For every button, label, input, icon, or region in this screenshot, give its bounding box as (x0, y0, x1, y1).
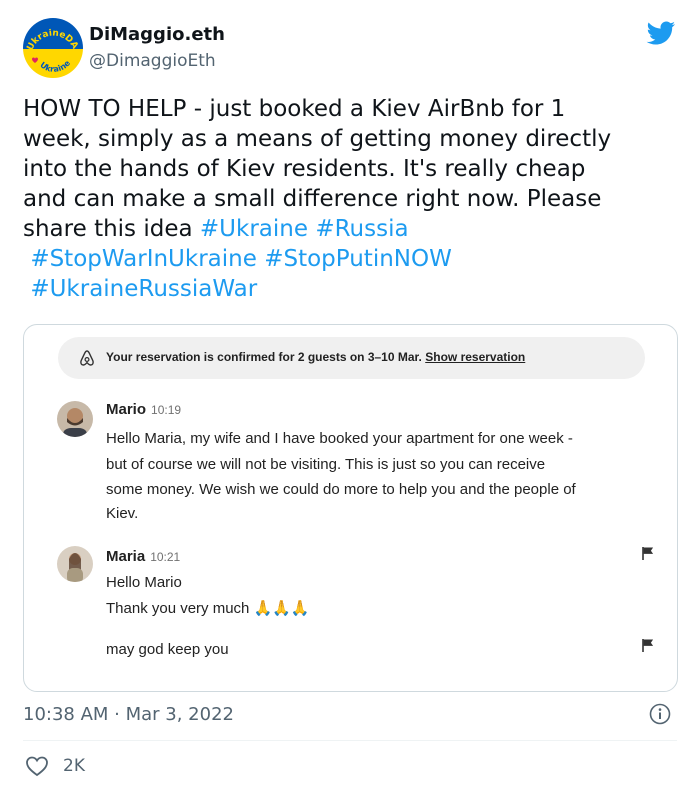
message-line: some money. We wish we could do more to … (106, 481, 576, 498)
avatar[interactable]: UkraineDAO Ukraine (23, 18, 83, 78)
maria-avatar (57, 546, 93, 582)
tweet-line: into the hands of Kiev residents. It's r… (23, 154, 683, 184)
heart-icon[interactable] (25, 755, 49, 777)
tweet-text: HOW TO HELP - just booked a Kiev AirBnb … (23, 94, 683, 304)
tweet-line: #UkraineRussiaWar (23, 274, 683, 304)
hashtag-link[interactable]: #Russia (315, 216, 408, 242)
display-name[interactable]: DiMaggio.eth (89, 24, 225, 45)
tweet-line: #StopWarInUkraine #StopPutinNOW (23, 244, 683, 274)
attached-image[interactable]: Your reservation is confirmed for 2 gues… (23, 324, 678, 692)
sender-name: Mario (106, 401, 147, 418)
message-text: Thank you very much (106, 600, 250, 617)
user-handle[interactable]: @DimaggioEth (89, 51, 216, 71)
mario-avatar (57, 401, 93, 437)
show-reservation-link[interactable]: Show reservation (425, 350, 525, 364)
hashtag-link[interactable]: #Ukraine (200, 216, 308, 242)
message-line: may god keep you (106, 641, 229, 658)
tweet-line: and can make a small difference right no… (23, 184, 683, 214)
sender-name: Maria (106, 548, 146, 565)
tweet-text-segment: week, simply as a means of getting money… (23, 126, 612, 152)
tweet-text-segment: into the hands of Kiev residents. It's r… (23, 156, 586, 182)
message-time: 10:21 (150, 550, 181, 564)
reservation-text: Your reservation is confirmed for 2 gues… (106, 350, 525, 364)
tweet-text-segment: and can make a small difference right no… (23, 186, 602, 212)
message-sender: Maria 10:21 (106, 548, 180, 565)
flag-icon[interactable] (641, 546, 655, 560)
hashtag-link[interactable]: #StopPutinNOW (264, 246, 452, 272)
tweet-timestamp[interactable]: 10:38 AM · Mar 3, 2022 (23, 704, 234, 725)
tweet-text-segment: HOW TO HELP - just booked a Kiev AirBnb … (23, 96, 566, 122)
tweet-line: week, simply as a means of getting money… (23, 124, 683, 154)
message-line: but of course we will not be visiting. T… (106, 456, 546, 473)
tweet-line: share this idea #Ukraine #Russia (23, 214, 683, 244)
message-line: Thank you very much 🙏🙏🙏 (106, 599, 310, 617)
flag-icon[interactable] (641, 638, 655, 652)
tweet-line: HOW TO HELP - just booked a Kiev AirBnb … (23, 94, 683, 124)
praying-hands-emoji: 🙏🙏🙏 (253, 600, 310, 617)
info-icon[interactable] (649, 703, 671, 725)
reservation-message: Your reservation is confirmed for 2 gues… (106, 350, 422, 364)
message-line: Hello Maria, my wife and I have booked y… (106, 430, 573, 447)
message-time: 10:19 (151, 403, 182, 417)
tweet-text-segment: share this idea (23, 216, 200, 242)
message-line: Hello Mario (106, 574, 182, 591)
like-count[interactable]: 2K (63, 756, 85, 776)
divider (23, 740, 677, 741)
message-line: Kiev. (106, 505, 139, 522)
hashtag-link[interactable]: #StopWarInUkraine (30, 246, 257, 272)
airbnb-logo-icon (79, 349, 95, 367)
message-sender: Mario 10:19 (106, 401, 181, 418)
twitter-bird-icon[interactable] (644, 18, 677, 48)
hashtag-link[interactable]: #UkraineRussiaWar (30, 276, 257, 302)
